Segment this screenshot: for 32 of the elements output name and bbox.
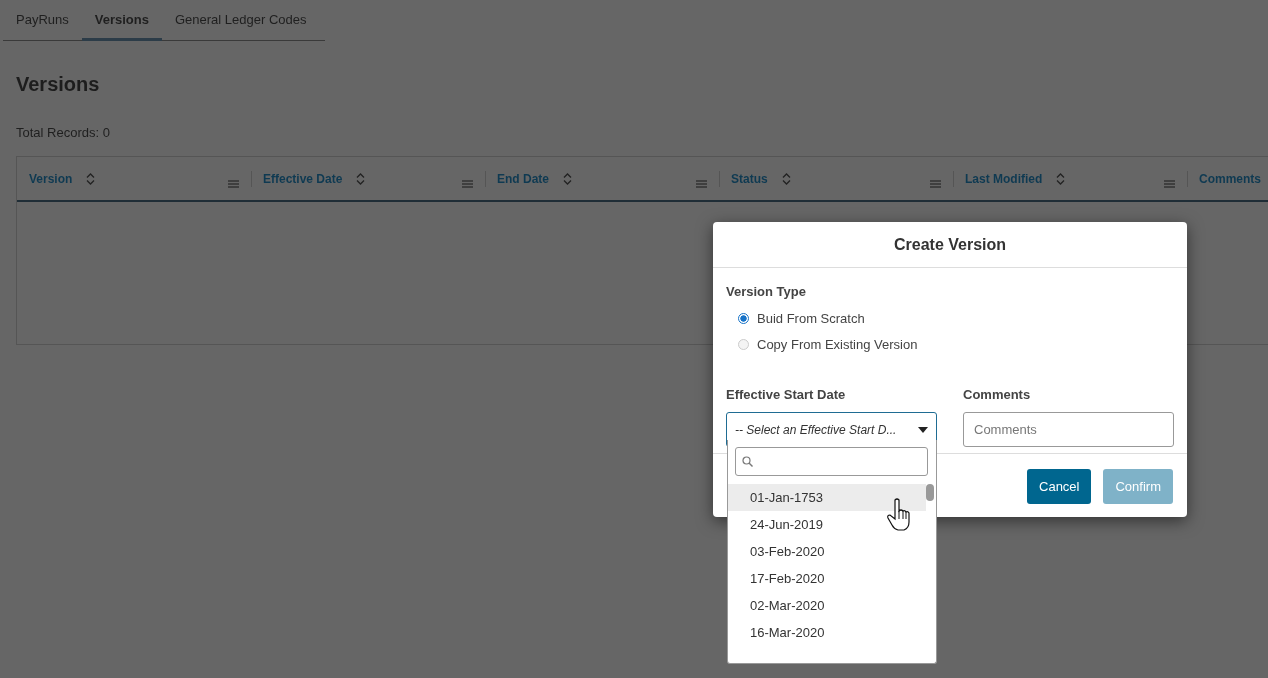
field-label: Comments bbox=[963, 385, 1032, 404]
sort-icon[interactable] bbox=[563, 172, 572, 185]
dialog-title: Create Version bbox=[893, 234, 1007, 255]
dropdown-option[interactable]: 16-Mar-2020 bbox=[728, 619, 926, 646]
sort-icon[interactable] bbox=[356, 172, 366, 185]
scrollbar-thumb[interactable] bbox=[926, 484, 934, 501]
sort-icon[interactable] bbox=[781, 172, 791, 185]
dropdown-option[interactable]: 17-Feb-2020 bbox=[728, 565, 926, 592]
dropdown-option[interactable]: 03-Feb-2020 bbox=[728, 538, 926, 565]
record-count: Total Records: 0 bbox=[16, 123, 111, 142]
search-icon bbox=[742, 456, 753, 467]
dropdown-option[interactable]: 01-Jan-1753 bbox=[728, 484, 926, 511]
hand-cursor-icon bbox=[887, 498, 913, 532]
dropdown-option[interactable]: 02-Mar-2020 bbox=[728, 592, 926, 619]
comments-field[interactable]: Comments bbox=[963, 412, 1174, 447]
menu-icon[interactable] bbox=[1164, 179, 1175, 188]
caret-icon bbox=[918, 426, 928, 433]
dropdown-option[interactable]: 24-Jun-2019 bbox=[728, 511, 926, 538]
radio-button[interactable] bbox=[738, 312, 749, 324]
field-label: Version Type bbox=[726, 283, 807, 301]
search-field[interactable] bbox=[735, 447, 928, 476]
radio-label[interactable]: Copy From Existing Version bbox=[757, 335, 918, 355]
menu-icon[interactable] bbox=[696, 179, 707, 188]
menu-icon[interactable] bbox=[228, 179, 239, 188]
sort-icon[interactable] bbox=[86, 172, 96, 185]
radio-label[interactable]: Buid From Scratch bbox=[757, 308, 865, 328]
field-label: Effective Start Date bbox=[726, 385, 847, 404]
menu-icon[interactable] bbox=[930, 179, 941, 188]
menu-icon[interactable] bbox=[462, 179, 473, 188]
cancel-button[interactable]: Cancel bbox=[1027, 469, 1092, 504]
sort-icon[interactable] bbox=[1056, 172, 1066, 185]
page-title: Versions bbox=[16, 71, 101, 97]
